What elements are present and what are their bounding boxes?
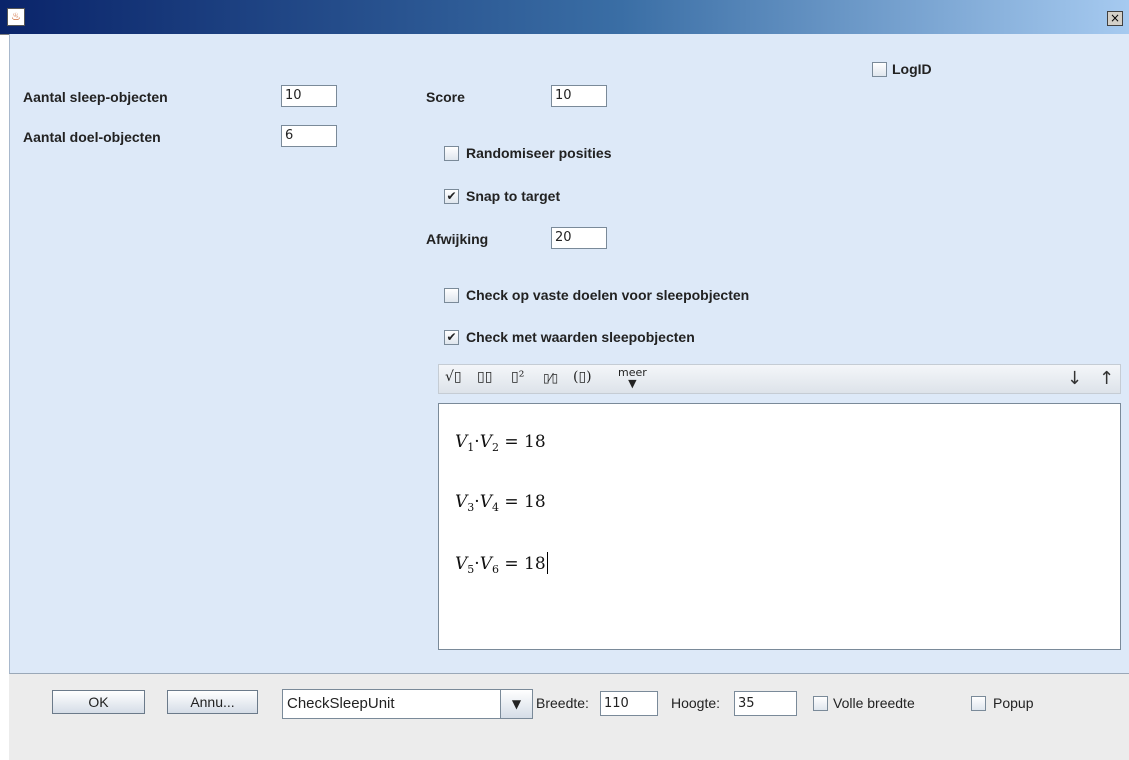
score-input[interactable]: 10 [551,85,607,107]
width-label: Breedte: [536,695,589,711]
sleep-objects-input[interactable]: 10 [281,85,337,107]
randomize-label: Randomiseer posities [466,145,612,161]
deviation-input[interactable]: 20 [551,227,607,249]
check-fixed-targets-checkbox[interactable] [444,288,459,303]
sqrt-button[interactable]: √▯ [445,369,462,385]
cancel-button[interactable]: Annu... [167,690,258,714]
deviation-label: Afwijking [426,231,489,247]
subscript-button[interactable]: ▯▯ [477,369,492,385]
text-caret [546,552,548,574]
full-width-label: Volle breedte [833,695,915,711]
logid-label: LogID [892,61,932,77]
sleep-objects-label: Aantal sleep-objecten [23,89,168,105]
check-values-checkbox[interactable]: ✔ [444,330,459,345]
equation-line: V5·V6 = 18 [455,552,548,576]
check-fixed-targets-label: Check op vaste doelen voor sleepobjecten [466,287,750,303]
logid-checkbox[interactable] [872,62,887,77]
java-cup-icon: ♨ [7,8,25,26]
check-values-label: Check met waarden sleepobjecten [466,329,695,345]
ok-button[interactable]: OK [52,690,145,714]
target-objects-input[interactable]: 6 [281,125,337,147]
unit-select[interactable]: CheckSleepUnit ▼ [282,689,533,719]
move-down-icon[interactable]: ↓ [1067,368,1082,389]
snap-to-target-checkbox[interactable]: ✔ [444,189,459,204]
close-button[interactable]: × [1107,11,1123,26]
formula-editor[interactable]: V1·V2 = 18 V3·V4 = 18 V5·V6 = 18 [438,403,1121,650]
move-up-icon[interactable]: ↑ [1099,368,1114,389]
height-input[interactable]: 35 [734,691,797,716]
height-label: Hoogte: [671,695,721,711]
formula-toolbar: √▯ ▯▯ ▯² ▯⁄▯ (▯) meer ▼ ↓ ↑ [438,364,1121,394]
target-objects-label: Aantal doel-objecten [23,129,161,145]
bottom-bar: OK Annu... CheckSleepUnit ▼ Breedte: 110… [9,674,1129,760]
power-button[interactable]: ▯² [511,369,524,385]
parentheses-button[interactable]: (▯) [573,369,592,385]
snap-to-target-label: Snap to target [466,188,561,204]
equation-line: V1·V2 = 18 [455,432,546,454]
equation-line: V3·V4 = 18 [455,492,546,514]
full-width-checkbox[interactable] [813,696,828,711]
unit-select-value: CheckSleepUnit [287,695,395,712]
popup-checkbox[interactable] [971,696,986,711]
score-label: Score [426,89,465,105]
settings-panel: Aantal sleep-objecten 10 Aantal doel-obj… [9,34,1129,674]
randomize-checkbox[interactable] [444,146,459,161]
chevron-down-icon: ▼ [628,377,637,390]
chevron-down-icon[interactable]: ▼ [500,690,532,718]
width-input[interactable]: 110 [600,691,658,716]
more-button[interactable]: meer ▼ [618,367,647,389]
title-bar: ♨ × [0,0,1129,35]
fraction-button[interactable]: ▯⁄▯ [543,371,558,385]
popup-label: Popup [993,695,1034,711]
